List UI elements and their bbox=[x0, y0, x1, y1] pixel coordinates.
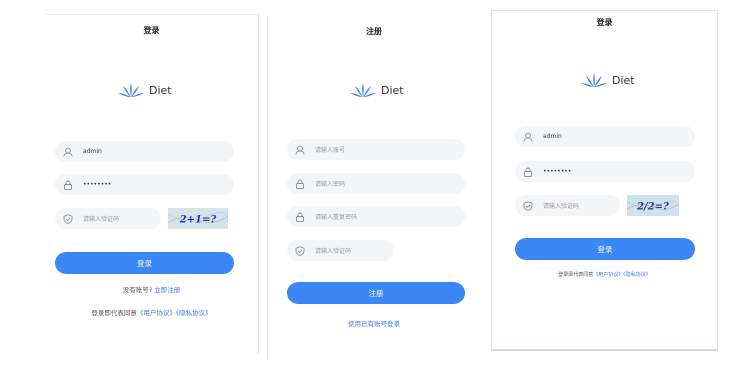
captcha-text: 2+1=? bbox=[179, 215, 217, 226]
shield-check-icon bbox=[294, 245, 306, 257]
username-field[interactable]: admin bbox=[515, 126, 695, 147]
agreement-text: 登录即代表同意《用户协议》《隐私协议》 bbox=[45, 307, 258, 317]
username-field[interactable]: admin bbox=[55, 141, 234, 162]
page-title: 登录 bbox=[596, 18, 613, 27]
page-title: 注册 bbox=[366, 27, 382, 36]
lock-icon bbox=[62, 179, 74, 191]
captcha-field[interactable]: 请输入验证码 bbox=[55, 208, 161, 229]
privacy-policy-link[interactable]: 《隐私协议》 bbox=[176, 309, 212, 317]
agreement-text: 登录即代表同意《用户协议》《隐私协议》 bbox=[492, 271, 717, 278]
leaf-logo-icon bbox=[350, 83, 376, 97]
register-button[interactable]: 注册 bbox=[287, 282, 465, 304]
user-agreement-link[interactable]: 《用户协议》 bbox=[137, 309, 176, 317]
captcha-placeholder: 请输入验证码 bbox=[83, 216, 120, 223]
username-value: admin bbox=[83, 148, 102, 155]
shield-check-icon bbox=[522, 200, 534, 212]
page-title: 登录 bbox=[143, 26, 160, 35]
register-panel: 注册 Diet 请输入账号 请输入密码 请输入重复密码 请输入验证码 注册 使用… bbox=[267, 18, 480, 358]
login-prompt: 使用已有账号登录 bbox=[268, 318, 480, 328]
logo-text: Diet bbox=[612, 73, 635, 87]
user-icon bbox=[294, 144, 306, 156]
lock-icon bbox=[294, 178, 306, 190]
captcha-image[interactable]: 2/2=? bbox=[627, 195, 679, 216]
captcha-text: 2/2=? bbox=[636, 202, 669, 213]
login-button[interactable]: 登录 bbox=[55, 252, 234, 274]
captcha-field[interactable]: 请输入验证码 bbox=[515, 195, 620, 216]
login-panel-2: 登录 Diet admin •••••••• 请输入验证码 2/2=? 登录 登… bbox=[491, 10, 718, 351]
user-icon bbox=[522, 131, 534, 143]
account-placeholder: 请输入账号 bbox=[315, 147, 346, 154]
no-account-text: 没有账号? bbox=[122, 286, 153, 294]
logo: Diet bbox=[581, 71, 635, 89]
password-field[interactable]: 请输入密码 bbox=[287, 173, 465, 194]
password-value: •••••••• bbox=[83, 181, 112, 188]
password-value: •••••••• bbox=[543, 168, 572, 175]
password-field[interactable]: •••••••• bbox=[55, 174, 234, 195]
captcha-placeholder: 请输入验证码 bbox=[543, 203, 580, 210]
register-prompt: 没有账号? 立即注册 bbox=[45, 284, 258, 294]
account-field[interactable]: 请输入账号 bbox=[287, 139, 465, 160]
agreement-prefix: 登录即代表同意 bbox=[558, 272, 594, 278]
login-button[interactable]: 登录 bbox=[515, 238, 695, 260]
logo: Diet bbox=[350, 81, 404, 99]
leaf-logo-icon bbox=[118, 83, 144, 97]
register-link[interactable]: 立即注册 bbox=[154, 286, 180, 294]
captcha-image[interactable]: 2+1=? bbox=[168, 208, 228, 229]
user-icon bbox=[62, 146, 74, 158]
confirm-password-field[interactable]: 请输入重复密码 bbox=[287, 206, 465, 227]
password-placeholder: 请输入密码 bbox=[315, 181, 346, 188]
logo-text: Diet bbox=[149, 83, 172, 97]
confirm-password-placeholder: 请输入重复密码 bbox=[315, 214, 358, 221]
shield-check-icon bbox=[62, 213, 74, 225]
login-link[interactable]: 使用已有账号登录 bbox=[348, 320, 400, 328]
logo-text: Diet bbox=[381, 83, 404, 97]
logo: Diet bbox=[118, 81, 172, 99]
lock-icon bbox=[294, 211, 306, 223]
agreement-prefix: 登录即代表同意 bbox=[91, 309, 137, 317]
login-panel: 登录 Diet admin •••••••• 请输入验证码 2+1=? 登录 没… bbox=[45, 14, 259, 354]
user-agreement-link[interactable]: 《用户协议》 bbox=[593, 272, 623, 278]
privacy-policy-link[interactable]: 《隐私协议》 bbox=[623, 272, 651, 278]
lock-icon bbox=[522, 166, 534, 178]
password-field[interactable]: •••••••• bbox=[515, 161, 695, 182]
captcha-placeholder: 请输入验证码 bbox=[315, 248, 352, 255]
username-value: admin bbox=[543, 133, 562, 140]
leaf-logo-icon bbox=[581, 73, 607, 87]
captcha-field[interactable]: 请输入验证码 bbox=[287, 240, 394, 261]
